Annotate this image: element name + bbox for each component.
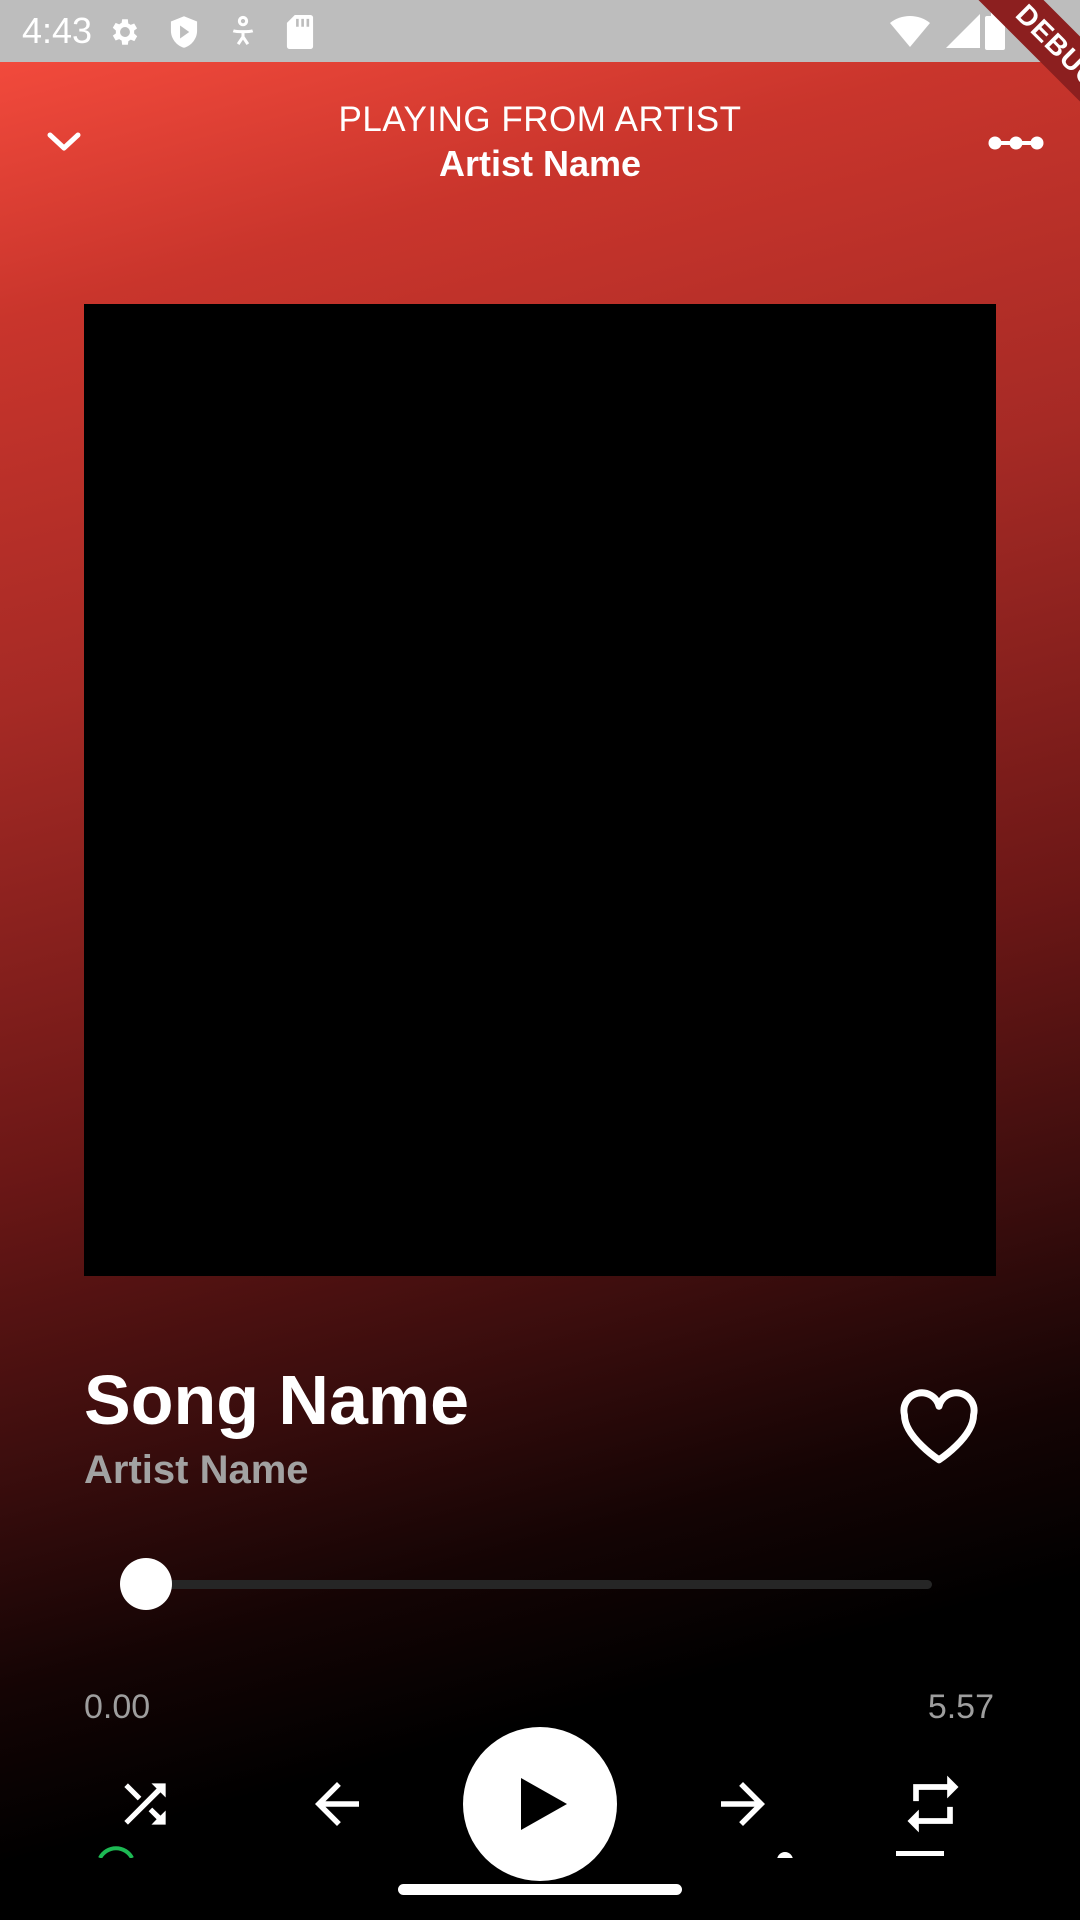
song-artist[interactable]: Artist Name xyxy=(84,1447,309,1493)
more-options-icon xyxy=(988,136,1044,150)
player-screen: PLAYING FROM ARTIST Artist Name Song Nam… xyxy=(0,62,1080,1920)
shuffle-button[interactable] xyxy=(110,1769,180,1839)
peek-icon-right xyxy=(896,1842,944,1858)
play-icon xyxy=(521,1778,567,1830)
header-title: Artist Name xyxy=(438,143,642,184)
settings-icon xyxy=(108,15,142,54)
accessibility-icon xyxy=(228,15,258,54)
elapsed-time: 0.00 xyxy=(84,1688,151,1726)
play-button[interactable] xyxy=(463,1727,617,1881)
sd-card-icon xyxy=(286,15,314,54)
wifi-icon xyxy=(890,14,930,53)
shield-icon xyxy=(168,15,200,54)
status-time: 4:43 xyxy=(22,10,93,51)
album-art xyxy=(84,304,996,1276)
next-icon xyxy=(721,1782,765,1826)
total-time: 5.57 xyxy=(927,1688,994,1726)
header-subtitle: PLAYING FROM ARTIST xyxy=(338,100,742,139)
previous-button[interactable] xyxy=(302,1769,372,1839)
peek-icon-left xyxy=(96,1842,136,1858)
more-options-button[interactable] xyxy=(986,120,1046,166)
status-bar: 4:43 xyxy=(0,0,1080,62)
previous-icon xyxy=(315,1782,359,1826)
shuffle-icon xyxy=(124,1783,166,1825)
song-title: Song Name xyxy=(84,1361,470,1439)
progress-track[interactable] xyxy=(146,1580,932,1589)
peek-icon-middle xyxy=(774,1842,796,1858)
home-indicator[interactable] xyxy=(398,1884,682,1895)
repeat-button[interactable] xyxy=(898,1769,968,1839)
progress-slider[interactable] xyxy=(120,1554,932,1614)
next-button[interactable] xyxy=(708,1769,778,1839)
cell-signal-icon xyxy=(946,14,980,53)
repeat-icon xyxy=(907,1775,959,1833)
heart-icon xyxy=(900,1389,978,1464)
like-button[interactable] xyxy=(896,1387,982,1467)
progress-thumb[interactable] xyxy=(120,1558,172,1610)
player-header: PLAYING FROM ARTIST Artist Name xyxy=(0,62,1080,212)
